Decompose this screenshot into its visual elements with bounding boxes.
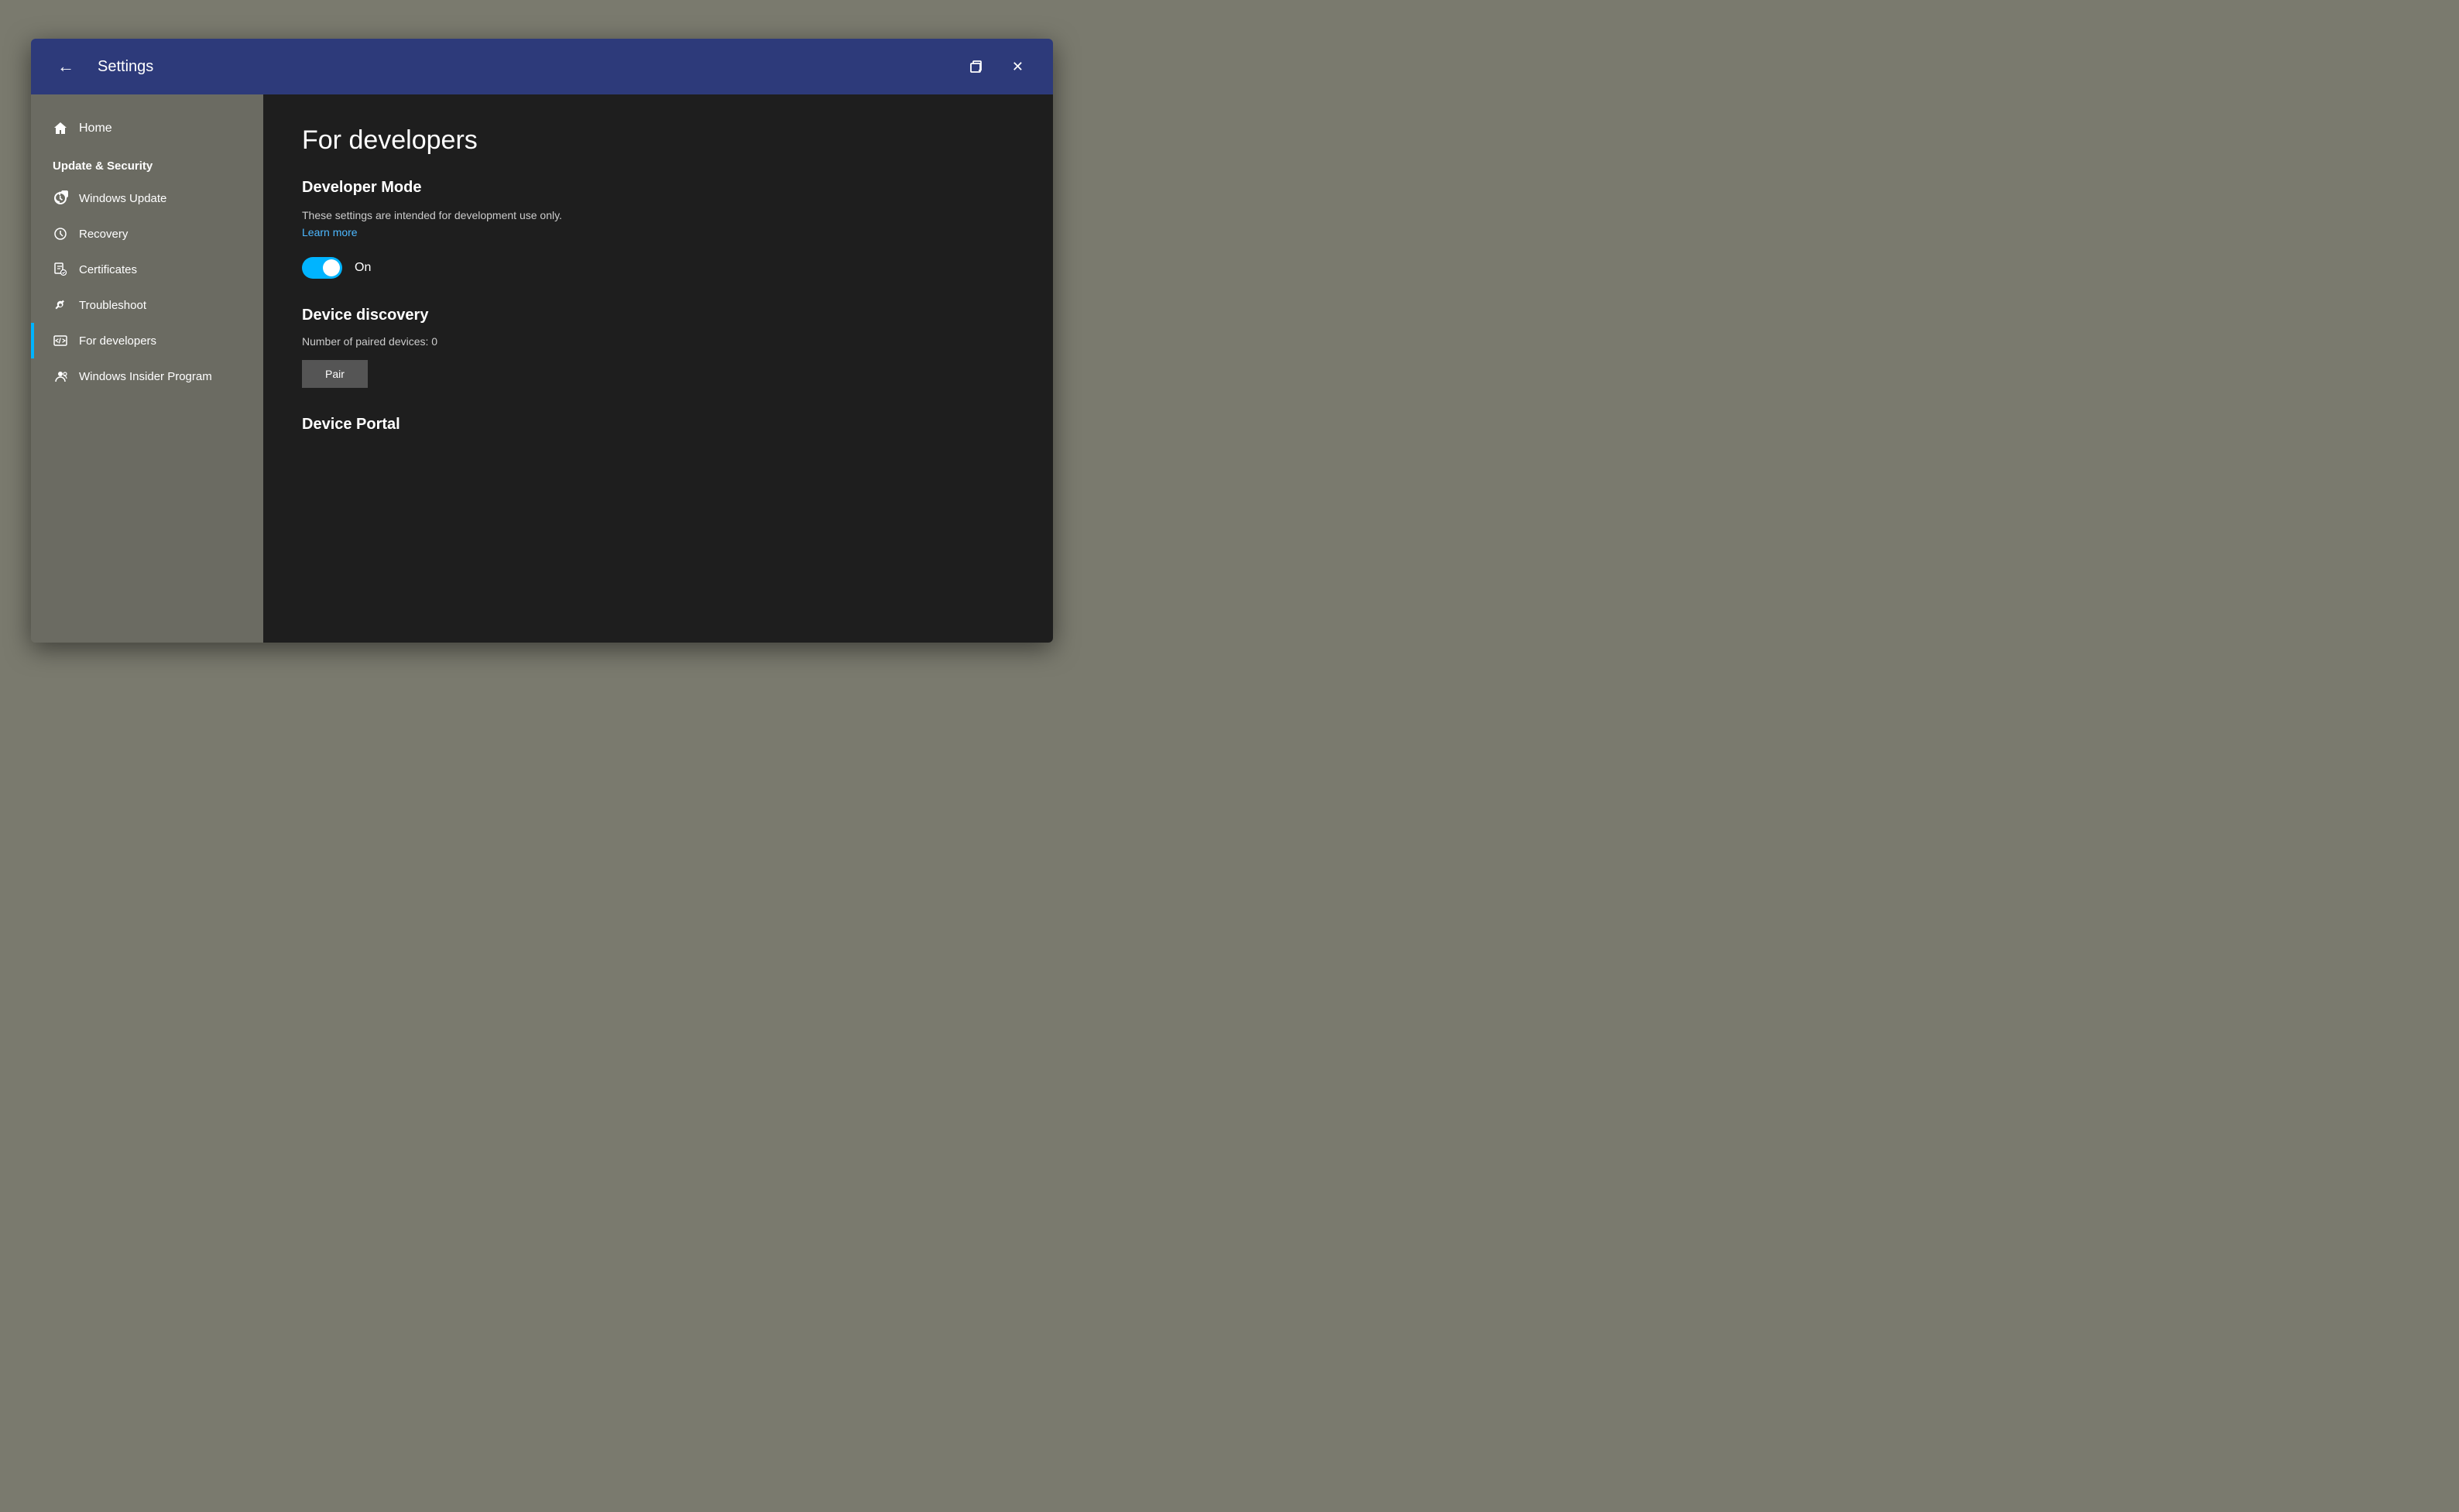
sidebar: Home Update & Security Windows Update Re… [31, 94, 263, 643]
settings-window: ← Settings ✕ Home Update & Security [31, 39, 1053, 643]
troubleshoot-icon [53, 297, 68, 313]
learn-more-link[interactable]: Learn more [302, 226, 358, 238]
developers-icon [53, 333, 68, 348]
home-icon [53, 121, 68, 136]
device-portal-title: Device Portal [302, 416, 1014, 434]
content-area: Home Update & Security Windows Update Re… [31, 94, 1053, 643]
window-controls: ✕ [956, 52, 1034, 81]
sidebar-item-certificates[interactable]: Certificates [31, 252, 263, 287]
developer-mode-description: These settings are intended for developm… [302, 209, 1014, 221]
sidebar-item-for-developers[interactable]: For developers [31, 323, 263, 358]
device-discovery-title: Device discovery [302, 307, 1014, 324]
paired-devices-text: Number of paired devices: 0 [302, 335, 1014, 348]
restore-button[interactable] [956, 52, 995, 81]
pair-button[interactable]: Pair [302, 360, 368, 388]
developer-mode-toggle[interactable] [302, 257, 342, 279]
recovery-icon [53, 226, 68, 242]
toggle-state-label: On [355, 261, 371, 275]
developer-mode-title: Developer Mode [302, 179, 1014, 197]
developer-mode-toggle-row: On [302, 257, 1014, 279]
toggle-knob [323, 259, 340, 276]
titlebar: ← Settings ✕ [31, 39, 1053, 94]
sidebar-item-windows-update[interactable]: Windows Update [31, 180, 263, 216]
window-title: Settings [98, 58, 956, 76]
sidebar-item-recovery[interactable]: Recovery [31, 216, 263, 252]
main-content: For developers Developer Mode These sett… [263, 94, 1053, 643]
certificates-icon [53, 262, 68, 277]
page-title: For developers [302, 125, 1014, 156]
update-icon [53, 190, 68, 206]
sidebar-item-troubleshoot[interactable]: Troubleshoot [31, 287, 263, 323]
insider-icon [53, 369, 68, 384]
sidebar-section-label: Update & Security [31, 147, 263, 180]
back-button[interactable]: ← [50, 52, 82, 81]
sidebar-item-windows-insider[interactable]: Windows Insider Program [31, 358, 263, 394]
close-button[interactable]: ✕ [1001, 53, 1034, 81]
sidebar-item-home[interactable]: Home [31, 110, 263, 147]
